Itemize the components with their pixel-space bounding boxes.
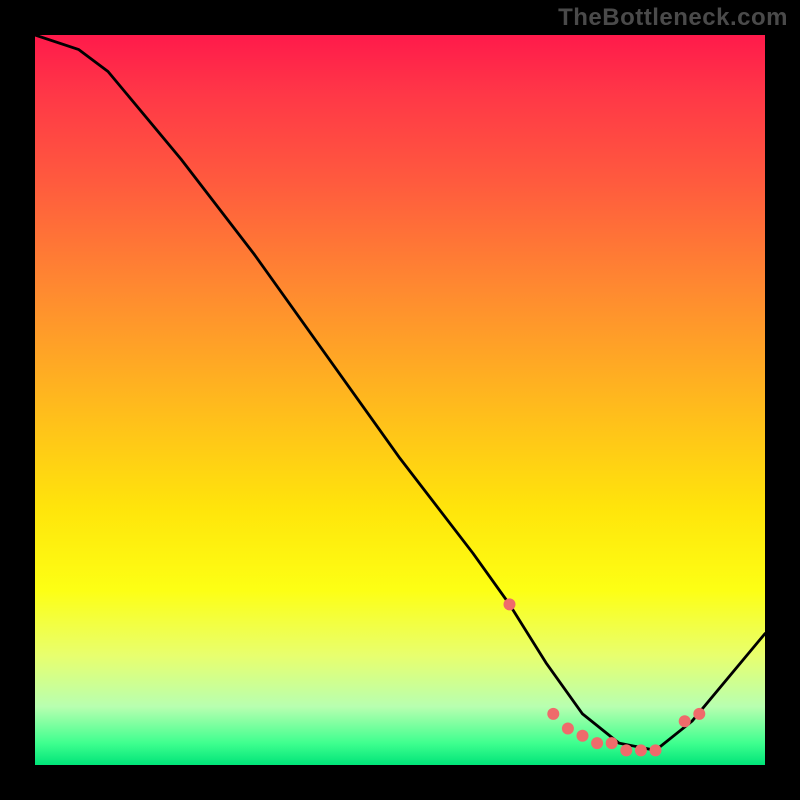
curve-marker xyxy=(606,737,618,749)
curve-marker xyxy=(591,737,603,749)
plot-area xyxy=(35,35,765,765)
curve-marker xyxy=(650,744,662,756)
curve-marker xyxy=(693,708,705,720)
watermark-label: TheBottleneck.com xyxy=(558,4,788,32)
curve-marker xyxy=(547,708,559,720)
curve-line xyxy=(35,35,765,750)
curve-marker xyxy=(620,744,632,756)
curve-marker xyxy=(679,715,691,727)
curve-marker xyxy=(577,730,589,742)
chart-frame: TheBottleneck.com xyxy=(0,0,800,800)
curve-marker xyxy=(562,723,574,735)
curve-marker xyxy=(635,744,647,756)
chart-svg xyxy=(35,35,765,765)
curve-marker xyxy=(504,598,516,610)
